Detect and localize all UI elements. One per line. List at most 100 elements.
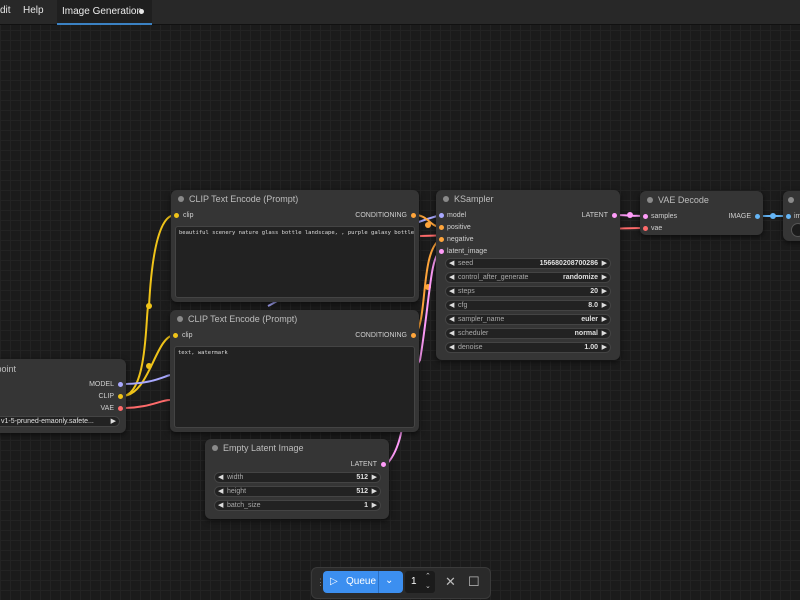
input-slot-dot-icon[interactable] <box>439 237 444 242</box>
arrow-left-icon[interactable]: ◀ <box>449 343 454 351</box>
wire-reroute-dot <box>146 303 152 309</box>
stop-icon[interactable]: ☐ <box>468 574 480 590</box>
input-label-negative: negative <box>447 236 474 243</box>
node-clip-text-encode-positive[interactable]: CLIP Text Encode (Prompt) clip CONDITION… <box>171 190 419 302</box>
cancel-icon[interactable]: ✕ <box>445 574 456 590</box>
output-label-conditioning: CONDITIONING <box>355 212 407 219</box>
widget-label: seed <box>458 260 474 267</box>
image-preview-toggle-icon[interactable] <box>791 223 800 237</box>
widget-seed[interactable]: ◀ seed 156680208700286 ▶ <box>445 258 611 269</box>
node-vae-decode[interactable]: VAE Decode samples vae IMAGE <box>640 191 763 235</box>
output-slot-dot-icon[interactable] <box>118 394 123 399</box>
collapse-dot-icon[interactable] <box>443 196 449 202</box>
prompt-textarea[interactable]: text, watermark <box>174 346 415 428</box>
arrow-left-icon[interactable]: ◀ <box>449 301 454 309</box>
widget-value: 1.00 <box>584 344 598 351</box>
output-slot-dot-icon[interactable] <box>612 213 617 218</box>
node-ksampler[interactable]: KSampler model positive negative latent_… <box>436 190 620 360</box>
input-slot-dot-icon[interactable] <box>173 333 178 338</box>
arrow-left-icon[interactable]: ◀ <box>218 473 223 481</box>
widget-cfg[interactable]: ◀ cfg 8.0 ▶ <box>445 300 611 311</box>
node-title: Empty Latent Image <box>223 443 304 453</box>
queue-button[interactable]: ▷ Queue ⌄ <box>323 571 403 593</box>
input-slot-dot-icon[interactable] <box>439 249 444 254</box>
collapse-dot-icon[interactable] <box>647 197 653 203</box>
output-label-clip: CLIP <box>98 393 114 400</box>
node-title-bar[interactable]: CLIP Text Encode (Prompt) <box>170 310 419 328</box>
increment-icon[interactable]: ⌃ <box>425 572 431 580</box>
arrow-left-icon[interactable]: ◀ <box>449 273 454 281</box>
batch-count-input[interactable]: 1 ⌃ ⌄ <box>405 571 435 593</box>
tab-image-generation[interactable]: Image Generation <box>57 0 152 25</box>
collapse-dot-icon[interactable] <box>212 445 218 451</box>
input-slot-dot-icon[interactable] <box>786 214 791 219</box>
output-slot-dot-icon[interactable] <box>381 462 386 467</box>
output-slot-dot-icon[interactable] <box>411 333 416 338</box>
arrow-right-icon[interactable]: ▶ <box>372 473 377 481</box>
output-slot-dot-icon[interactable] <box>411 213 416 218</box>
arrow-right-icon[interactable]: ▶ <box>372 487 377 495</box>
decrement-icon[interactable]: ⌄ <box>425 582 431 590</box>
output-slot-dot-icon[interactable] <box>118 382 123 387</box>
widget-label: batch_size <box>227 502 261 509</box>
widget-sampler-name[interactable]: ◀ sampler_name euler ▶ <box>445 314 611 325</box>
unsaved-dot-icon[interactable] <box>139 9 144 14</box>
wire-reroute-dot <box>770 213 776 219</box>
arrow-right-icon[interactable]: ▶ <box>602 287 607 295</box>
arrow-right-icon[interactable]: ▶ <box>602 273 607 281</box>
arrow-left-icon[interactable]: ◀ <box>449 259 454 267</box>
arrow-left-icon[interactable]: ◀ <box>449 315 454 323</box>
node-title-bar[interactable]: CLIP Text Encode (Prompt) <box>171 190 419 208</box>
output-label-vae: VAE <box>100 405 115 412</box>
arrow-left-icon[interactable]: ◀ <box>449 329 454 337</box>
node-load-checkpoint[interactable]: xpoint MODEL CLIP VAE v1-5-pruned-emaonl… <box>0 359 126 433</box>
node-title-bar[interactable]: Empty Latent Image <box>205 439 389 457</box>
prompt-textarea[interactable]: beautiful scenery nature glass bottle la… <box>175 226 415 298</box>
node-title-bar[interactable]: xpoint <box>0 359 126 377</box>
menu-edit[interactable]: dit <box>0 5 11 16</box>
arrow-right-icon[interactable]: ▶ <box>372 501 377 509</box>
node-save-image[interactable]: im <box>783 191 800 241</box>
output-slot-dot-icon[interactable] <box>118 406 123 411</box>
arrow-left-icon[interactable]: ◀ <box>449 287 454 295</box>
node-empty-latent-image[interactable]: Empty Latent Image LATENT ◀ width 512 ▶ … <box>205 439 389 519</box>
input-slot-dot-icon[interactable] <box>643 226 648 231</box>
widget-width[interactable]: ◀ width 512 ▶ <box>214 472 381 483</box>
widget-value: 512 <box>356 474 368 481</box>
chevron-down-icon[interactable]: ⌄ <box>385 575 393 586</box>
widget-height[interactable]: ◀ height 512 ▶ <box>214 486 381 497</box>
input-slot-dot-icon[interactable] <box>439 225 444 230</box>
wire-reroute-dot <box>425 222 431 228</box>
input-slot-dot-icon[interactable] <box>174 213 179 218</box>
widget-label: steps <box>458 288 475 295</box>
collapse-dot-icon[interactable] <box>178 196 184 202</box>
collapse-dot-icon[interactable] <box>788 197 794 203</box>
node-title-bar[interactable]: VAE Decode <box>640 191 763 209</box>
input-slot-dot-icon[interactable] <box>439 213 444 218</box>
input-label-samples: samples <box>651 213 678 220</box>
arrow-right-icon[interactable]: ▶ <box>111 417 116 425</box>
input-label-images: im <box>794 213 800 220</box>
node-title: CLIP Text Encode (Prompt) <box>188 314 298 324</box>
arrow-left-icon[interactable]: ◀ <box>218 501 223 509</box>
node-title: xpoint <box>0 364 17 374</box>
node-title-bar[interactable]: KSampler <box>436 190 620 208</box>
widget-steps[interactable]: ◀ steps 20 ▶ <box>445 286 611 297</box>
widget-batch-size[interactable]: ◀ batch_size 1 ▶ <box>214 500 381 511</box>
node-clip-text-encode-negative[interactable]: CLIP Text Encode (Prompt) clip CONDITION… <box>170 310 419 432</box>
arrow-right-icon[interactable]: ▶ <box>602 259 607 267</box>
widget-control-after-generate[interactable]: ◀ control_after_generate randomize ▶ <box>445 272 611 283</box>
ckpt-name-combo[interactable]: v1-5-pruned-emaonly.safete... ▶ <box>0 416 120 427</box>
widget-scheduler[interactable]: ◀ scheduler normal ▶ <box>445 328 611 339</box>
collapse-dot-icon[interactable] <box>177 316 183 322</box>
arrow-right-icon[interactable]: ▶ <box>602 315 607 323</box>
widget-value: randomize <box>562 274 598 281</box>
arrow-right-icon[interactable]: ▶ <box>602 343 607 351</box>
widget-denoise[interactable]: ◀ denoise 1.00 ▶ <box>445 342 611 353</box>
arrow-left-icon[interactable]: ◀ <box>218 487 223 495</box>
menu-help[interactable]: Help <box>23 5 44 16</box>
output-slot-dot-icon[interactable] <box>755 214 760 219</box>
arrow-right-icon[interactable]: ▶ <box>602 329 607 337</box>
input-slot-dot-icon[interactable] <box>643 214 648 219</box>
arrow-right-icon[interactable]: ▶ <box>602 301 607 309</box>
